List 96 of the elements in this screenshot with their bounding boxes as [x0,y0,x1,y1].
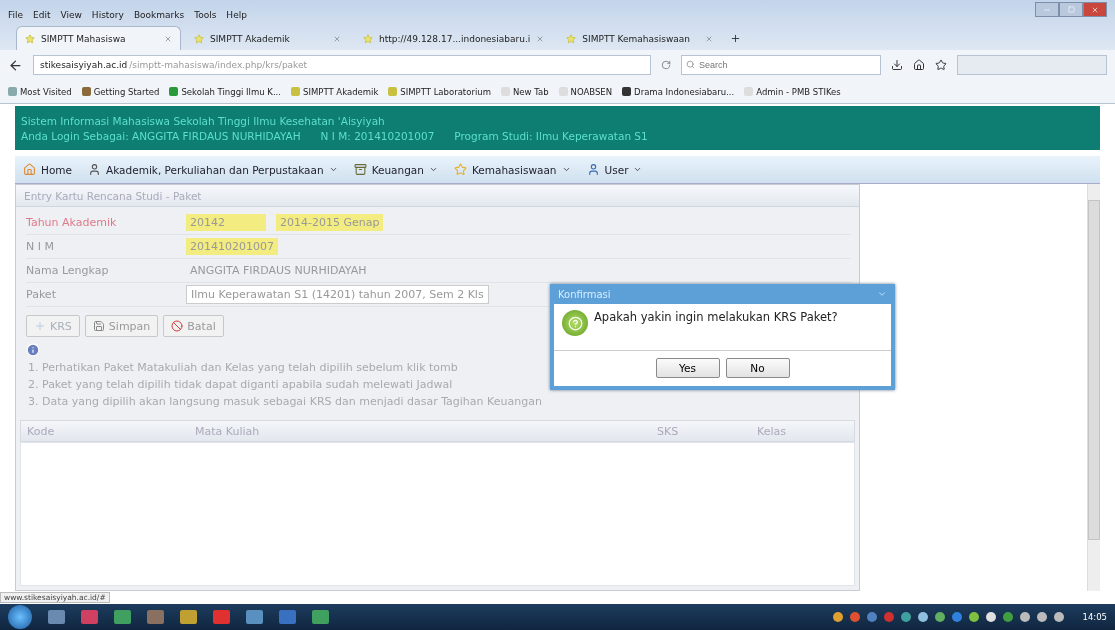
field-label: Tahun Akademik [26,216,118,229]
close-icon [1091,5,1099,14]
browser-tab[interactable]: SIMPTT Kemahasiswaan [557,26,723,50]
person-icon [88,163,101,176]
tray-icon[interactable] [1019,612,1030,622]
field-label: Nama Lengkap [26,264,110,277]
bookmark-item[interactable]: SIMPTT Laboratorium [388,86,491,97]
column-header: SKS [656,424,680,438]
plus-icon [34,320,46,332]
column-header: Kode [26,424,56,438]
column-header: Kelas [756,424,787,438]
tray-icon[interactable] [1053,612,1064,622]
nav-menu-item[interactable]: Home [23,163,72,176]
dialog-button[interactable]: Yes [655,358,720,378]
back-icon[interactable] [8,57,23,73]
login-info: Anda Login Sebagai: ANGGITA FIRDAUS NURHIDAYAH N I M: 201410201007 Program Studi: Ilmu Keperawatan S1 [21,129,649,142]
field-value: 201410201007 [186,238,278,255]
bookmark-item[interactable]: Getting Started [81,86,160,97]
field-label: N I M [26,240,55,253]
toolbar-addons[interactable] [957,55,1107,75]
tray-icon[interactable] [917,612,928,622]
scrollbar[interactable] [1087,184,1100,591]
close-icon[interactable] [705,34,714,43]
menu-item[interactable]: Edit [33,10,51,20]
bookmark-item[interactable]: Sekolah Tinggi Ilmu K... [169,86,282,97]
note-text: 2. Paket yang telah dipilih tidak dapat diganti apabila sudah melewati Jadwal [28,377,453,393]
note-text: 1. Perhatikan Paket Matakuliah dan Kelas yang telah dipilih sebelum klik tomb [28,360,458,376]
minimize-button[interactable] [1035,2,1059,17]
bookmark-item[interactable]: New Tab [500,86,549,97]
clock: 14:05 [1082,612,1107,622]
caret-icon [633,165,643,174]
save-icon [92,320,105,332]
nav-menu-item[interactable]: Kemahasiswaan [453,163,571,176]
nav-menu-item[interactable]: Keuangan [353,163,438,176]
close-icon[interactable] [333,34,341,43]
caret-icon [561,165,571,174]
menu-item[interactable]: History [91,10,124,20]
menu-item[interactable]: View [60,10,82,20]
tray-icon[interactable] [1036,612,1047,622]
dialog-button[interactable]: No [725,358,790,378]
field-value: ANGGITA FIRDAUS NURHIDAYAH [189,263,368,279]
dialog-title: Konfirmasi [558,288,611,300]
search-icon [686,60,695,69]
tray-icon[interactable] [968,612,979,622]
bookmark-item[interactable]: SIMPTT Akademik [291,86,379,97]
info-icon [26,343,40,357]
star-icon [194,33,204,44]
browser-tab[interactable]: SIMPTT Akademik [185,26,350,50]
person-icon [586,163,600,176]
close-button[interactable] [1083,2,1107,17]
field-value: 20142 [186,214,266,231]
maximize-icon [1067,6,1075,13]
reload-icon[interactable] [661,60,671,70]
home-icon[interactable] [913,59,925,71]
search-field[interactable]: Search [681,55,881,75]
bookmark-item[interactable]: Drama Indonesiabaru... [622,86,735,97]
bookmark-item[interactable]: Most Visited [8,86,72,97]
star-icon [363,33,373,44]
collapse-icon[interactable] [877,289,887,299]
site-title: Sistem Informasi Mahasiswa Sekolah Tinggi Ilmu Kesehatan 'Aisyiyah [21,114,386,127]
nav-menu-item[interactable]: User [586,163,643,176]
browser-tab[interactable]: SIMPTT Mahasiswa [16,26,181,50]
tray-icon[interactable] [934,612,945,622]
dialog-message: Apakah yakin ingin melakukan KRS Paket? [594,310,838,324]
home-icon [23,163,36,176]
bookmark-item[interactable]: Admin - PMB STIKes [744,86,841,97]
star-icon [453,163,467,176]
nav-menu-item[interactable]: Akademik, Perkuliahan dan Perpustakaan [88,163,338,176]
star-icon [566,33,577,44]
star-icon [25,33,35,44]
caret-icon [428,165,438,174]
start-button[interactable] [8,605,32,629]
field-value: 2014-2015 Genap [276,214,384,231]
tray-icon[interactable] [985,612,996,622]
close-icon[interactable] [164,34,172,43]
menu-item[interactable]: Tools [194,10,217,20]
menu-item[interactable]: File [8,10,24,20]
note-text: 3. Data yang dipilih akan langsung masuk sebagai KRS dan menjadi dasar Tagihan Keuangan [28,394,542,410]
download-icon[interactable] [891,59,903,71]
menu-item[interactable]: Bookmarks [133,10,185,20]
maximize-button[interactable] [1059,2,1083,17]
panel-title: Entry Kartu Rencana Studi - Paket [16,185,859,207]
caret-icon [328,165,338,174]
column-header: Mata Kuliah [194,424,261,438]
question-icon [562,310,588,336]
star-icon[interactable] [935,59,947,71]
cancel-icon [171,320,184,332]
field-label: Paket [26,288,57,301]
bookmark-item[interactable]: NOABSEN [558,86,613,97]
tray-icon[interactable] [832,612,843,622]
close-icon[interactable] [536,34,545,43]
menu-item[interactable]: Help [226,10,247,20]
address-bar[interactable]: stikesaisyiyah.ac.id /simptt-mahasiswa/index.php/krs/paket [33,55,651,75]
browser-tab[interactable]: http://49.128.17...indonesiabaru.i [354,26,554,50]
plus-icon [729,32,741,44]
tray-icon[interactable] [900,612,911,622]
